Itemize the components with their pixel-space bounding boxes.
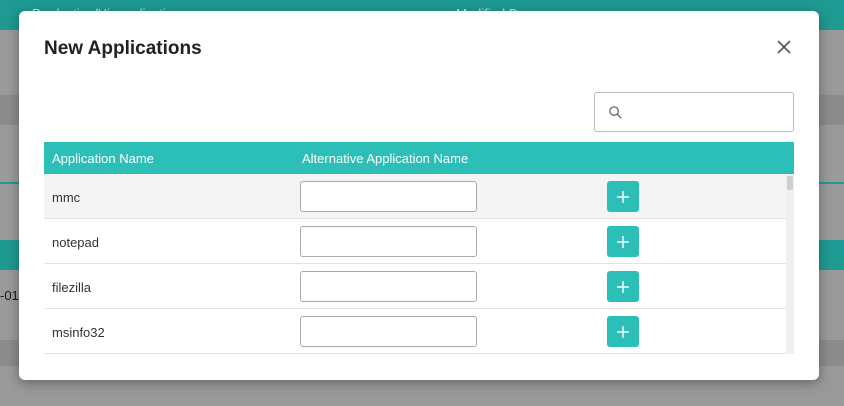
add-button[interactable]: [607, 226, 639, 257]
alternative-name-input[interactable]: [300, 316, 477, 347]
alternative-name-input[interactable]: [300, 271, 477, 302]
column-header-alternative-name: Alternative Application Name: [302, 151, 469, 166]
table-row: notepad: [44, 219, 786, 264]
table-row: mmc: [44, 174, 786, 219]
search-box: [594, 92, 794, 132]
plus-icon: [617, 281, 629, 293]
application-name: msinfo32: [52, 325, 105, 340]
plus-icon: [617, 236, 629, 248]
alternative-name-input[interactable]: [300, 181, 477, 212]
add-button[interactable]: [607, 181, 639, 212]
search-icon: [609, 106, 622, 119]
scrollbar-thumb[interactable]: [787, 176, 793, 190]
dialog-title: New Applications: [44, 38, 202, 59]
background-row-fragment: -01: [0, 288, 19, 303]
application-name: notepad: [52, 235, 99, 250]
applications-table: mmc notepad filezilla msinfo32: [44, 174, 794, 354]
add-button[interactable]: [607, 271, 639, 302]
new-applications-dialog: New Applications Application Name Altern…: [19, 11, 819, 380]
plus-icon: [617, 326, 629, 338]
application-name: mmc: [52, 190, 81, 205]
application-name: filezilla: [52, 280, 92, 295]
table-row: msinfo32: [44, 309, 786, 354]
search-input[interactable]: [631, 99, 786, 125]
table-row: filezilla: [44, 264, 786, 309]
close-icon: [777, 40, 791, 54]
alternative-name-input[interactable]: [300, 226, 477, 257]
plus-icon: [617, 191, 629, 203]
table-scrollbar[interactable]: [786, 174, 794, 354]
close-button[interactable]: [775, 38, 793, 56]
column-header-application-name: Application Name: [52, 151, 154, 166]
add-button[interactable]: [607, 316, 639, 347]
table-header: Application Name Alternative Application…: [44, 142, 794, 174]
